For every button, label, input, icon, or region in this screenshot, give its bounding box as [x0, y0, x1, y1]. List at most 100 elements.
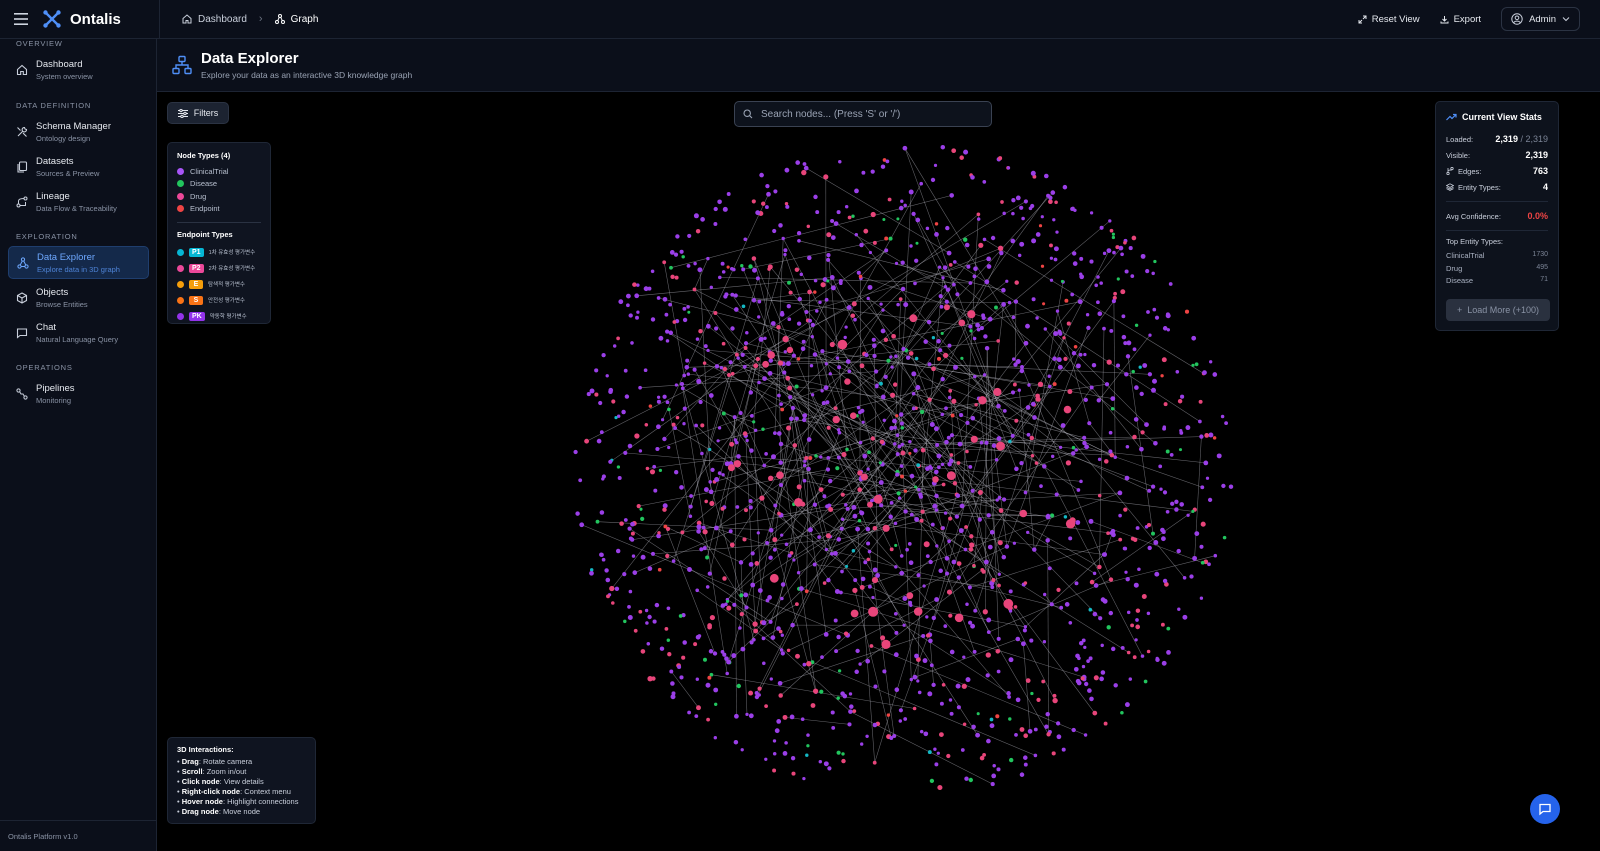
- user-menu-button[interactable]: Admin: [1501, 7, 1580, 31]
- graph-node: [900, 450, 906, 456]
- graph-node: [744, 605, 749, 610]
- graph-node: [1138, 365, 1142, 369]
- graph-node: [1135, 624, 1141, 630]
- menu-icon[interactable]: [0, 0, 42, 38]
- graph-node: [1094, 283, 1099, 288]
- graph-node: [813, 290, 817, 294]
- chat-button[interactable]: [1530, 794, 1560, 824]
- graph-node: [995, 714, 1000, 719]
- graph-node: [1140, 253, 1146, 259]
- graph-node: [1120, 645, 1125, 650]
- graph-node: [884, 236, 889, 241]
- graph-edge: [670, 195, 952, 268]
- sidebar-item-chat[interactable]: Chat Natural Language Query: [8, 317, 149, 348]
- graph-node: [1110, 646, 1116, 652]
- graph-node: [667, 407, 671, 412]
- graph-node: [866, 467, 870, 471]
- search-input[interactable]: [761, 108, 981, 120]
- graph-node: [953, 364, 958, 370]
- graph-node: [1097, 311, 1103, 317]
- interaction-desc: : Context menu: [240, 787, 291, 796]
- graph-node: [780, 407, 785, 412]
- graph-node: [914, 485, 918, 489]
- load-more-button[interactable]: + Load More (+100): [1446, 298, 1550, 321]
- graph-node: [992, 764, 996, 768]
- graph-node: [1033, 753, 1038, 758]
- graph-node: [952, 260, 957, 264]
- reset-view-button[interactable]: Reset View: [1352, 10, 1426, 29]
- breadcrumb-graph[interactable]: Graph: [291, 14, 319, 25]
- endpoint-badge: E: [189, 279, 203, 289]
- graph-node: [872, 760, 877, 765]
- graph-node: [970, 415, 976, 421]
- graph-node: [812, 562, 817, 567]
- graph-node: [919, 181, 923, 186]
- graph-node: [1194, 362, 1199, 367]
- sidebar-item-pipelines[interactable]: Pipelines Monitoring: [8, 378, 149, 409]
- graph-node: [900, 199, 904, 203]
- graph-node: [894, 261, 899, 266]
- graph-node: [794, 416, 799, 421]
- graph-node: [692, 367, 697, 372]
- brand[interactable]: Ontalis: [42, 9, 159, 29]
- graph-node: [794, 267, 800, 272]
- sidebar-item-schema-manager[interactable]: Schema Manager Ontology design: [8, 116, 149, 147]
- filters-button[interactable]: Filters: [167, 102, 229, 124]
- graph-node: [695, 337, 700, 341]
- graph-node: [1182, 576, 1187, 580]
- graph-node: [1141, 594, 1147, 599]
- knowledge-graph[interactable]: [157, 92, 1600, 851]
- graph-node: [1142, 363, 1148, 368]
- legend-dot: [177, 312, 184, 320]
- graph-edge: [662, 194, 769, 420]
- graph-node: [935, 544, 939, 548]
- visible-label: Visible:: [1446, 150, 1471, 160]
- graph-node: [640, 649, 646, 654]
- graph-edge: [883, 396, 990, 633]
- sidebar-item-objects[interactable]: Objects Browse Entities: [8, 282, 149, 313]
- graph-node: [656, 399, 661, 404]
- graph-node: [686, 305, 690, 309]
- legend-dot: [177, 205, 184, 213]
- graph-node: [900, 426, 905, 430]
- graph-node: [830, 219, 835, 223]
- graph-node: [911, 371, 917, 377]
- graph-node: [645, 466, 650, 471]
- graph-node: [812, 502, 818, 507]
- graph-node: [1124, 570, 1128, 574]
- graph-node: [579, 522, 585, 528]
- graph-node: [1056, 734, 1062, 740]
- graph-node: [640, 554, 646, 560]
- sidebar-item-lineage[interactable]: Lineage Data Flow & Traceability: [8, 186, 149, 217]
- graph-node: [689, 494, 693, 498]
- graph-node: [1014, 733, 1018, 737]
- graph-node: [784, 201, 789, 206]
- graph-node: [778, 629, 783, 634]
- graph-node: [1006, 691, 1011, 696]
- graph-node: [638, 609, 643, 614]
- breadcrumb-dashboard[interactable]: Dashboard: [198, 14, 247, 25]
- graph-node: [792, 443, 798, 448]
- graph-node: [917, 487, 921, 492]
- sidebar-item-dashboard[interactable]: Dashboard System overview: [8, 54, 149, 85]
- graph-node: [1191, 509, 1195, 513]
- graph-node: [788, 395, 793, 400]
- graph-node: [952, 481, 958, 486]
- graph-node: [983, 559, 989, 565]
- graph-node: [780, 533, 784, 537]
- graph-canvas-area[interactable]: Filters Node Types (4) ClinicalTrial Dise…: [157, 92, 1600, 851]
- graph-node: [940, 462, 945, 467]
- graph-node: [883, 374, 888, 379]
- sidebar-item-data-explorer[interactable]: Data Explorer Explore data in 3D graph: [8, 246, 149, 279]
- search-box[interactable]: [734, 101, 992, 127]
- export-button[interactable]: Export: [1434, 10, 1487, 29]
- graph-node: [767, 370, 773, 376]
- graph-node: [823, 174, 829, 180]
- sidebar-item-datasets[interactable]: Datasets Sources & Preview: [8, 151, 149, 182]
- graph-node: [716, 439, 720, 443]
- graph-node: [649, 469, 656, 475]
- graph-node: [748, 713, 754, 719]
- graph-node: [1128, 677, 1133, 681]
- graph-node: [919, 409, 925, 415]
- home-icon: [182, 14, 192, 24]
